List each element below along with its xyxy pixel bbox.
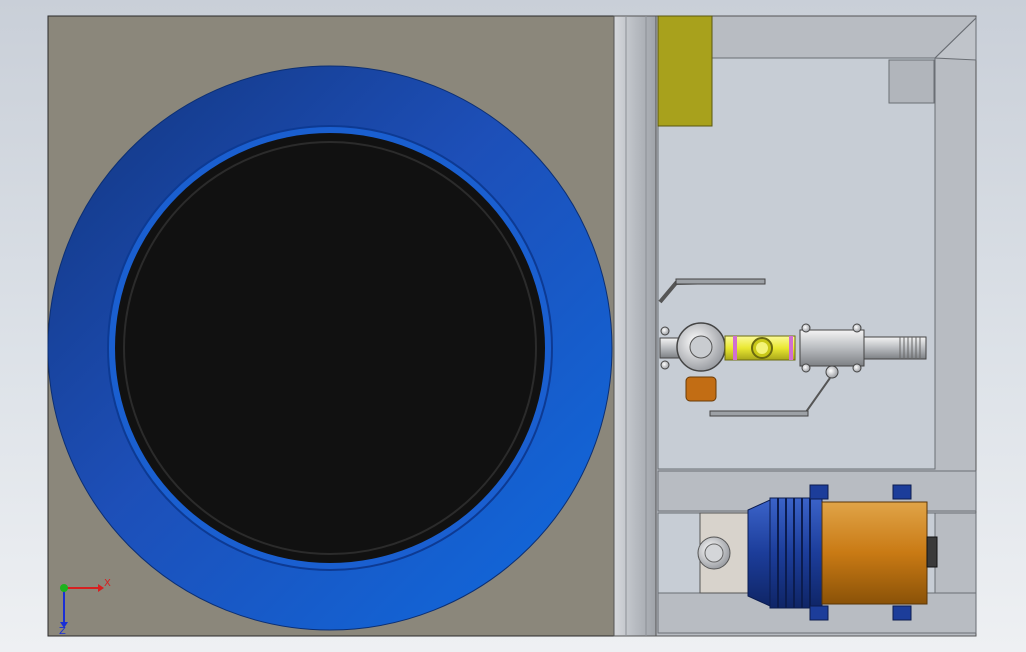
regulator-knob <box>685 376 717 402</box>
motor-housing <box>821 501 928 605</box>
z-axis-label: Z <box>59 626 66 637</box>
ball-valve <box>799 329 865 367</box>
y-axis-arrow-icon <box>60 584 68 592</box>
threaded-outlet <box>863 336 927 360</box>
mount-tab <box>809 484 829 500</box>
yellow-block[interactable] <box>657 15 713 127</box>
frame-center-beam[interactable] <box>613 15 657 637</box>
tank[interactable] <box>47 65 613 631</box>
tank-opening <box>115 133 545 563</box>
corner-bracket <box>888 59 935 104</box>
cad-graphics-viewport[interactable]: X Z <box>0 0 1026 652</box>
assembly-top-view[interactable]: X Z <box>0 0 1026 652</box>
x-axis-label: X <box>104 578 111 589</box>
